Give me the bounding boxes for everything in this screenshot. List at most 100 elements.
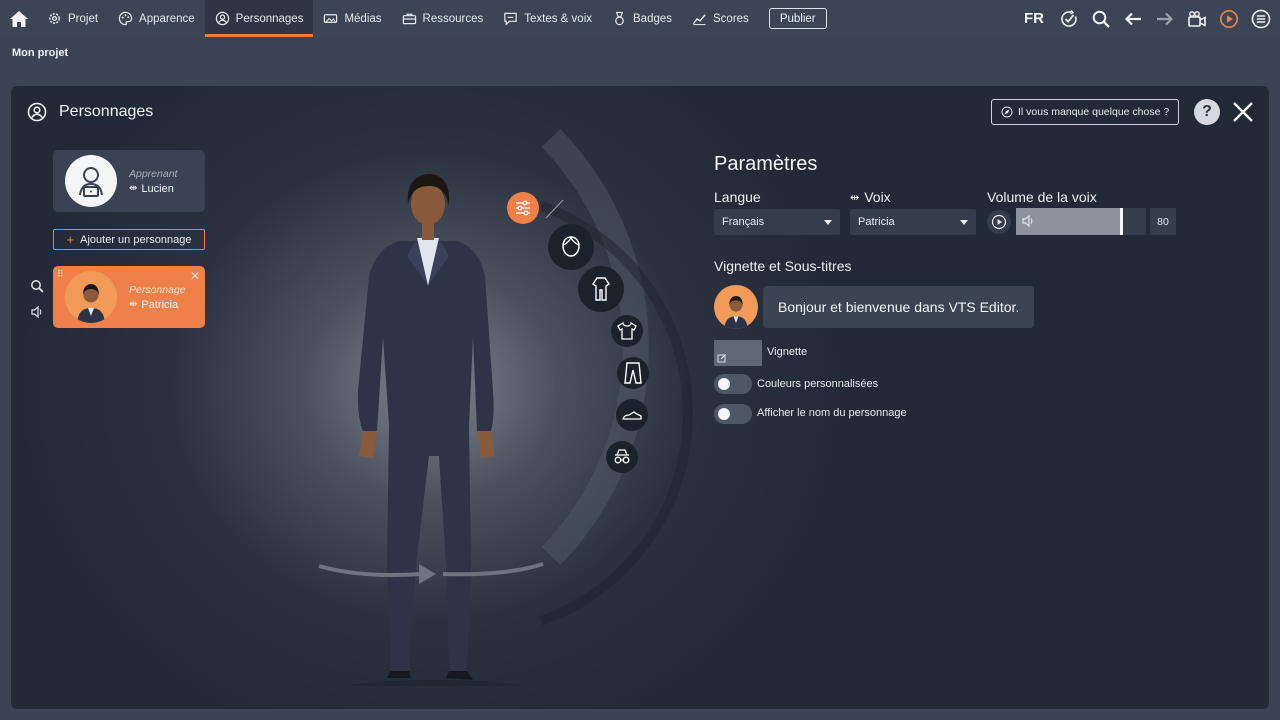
vignette-label: Vignette [767, 346, 808, 358]
character-role: Personnage [129, 283, 186, 296]
nav-personnages[interactable]: Personnages [204, 0, 314, 37]
add-character-button[interactable]: + Ajouter un personnage [53, 229, 205, 250]
plus-icon: + [66, 232, 75, 247]
play-circle-icon [1219, 9, 1239, 28]
menu-icon [1251, 9, 1271, 28]
character-preview[interactable] [291, 126, 711, 686]
nav-label: Badges [633, 12, 673, 25]
volume-slider[interactable] [1016, 208, 1146, 235]
learner-name-row: ⇹ Lucien [129, 183, 177, 195]
nav-apparence[interactable]: Apparence [108, 0, 205, 37]
settings-title: Paramètres [714, 153, 818, 175]
language-switch[interactable]: FR [1024, 10, 1044, 27]
drag-handle-icon[interactable]: ⠿ [57, 269, 64, 280]
learner-name: Lucien [141, 182, 174, 195]
edit-icon [717, 354, 726, 363]
feedback-button[interactable]: Il vous manque quelque chose ? [991, 99, 1180, 125]
nav-label: Projet [68, 12, 99, 25]
learner-info: Apprenant ⇹ Lucien [129, 168, 177, 195]
close-button[interactable] [1231, 100, 1255, 124]
gear-icon [49, 13, 60, 24]
accessories-button[interactable] [606, 441, 638, 473]
woman-avatar-icon [724, 296, 748, 329]
learner-role: Apprenant [129, 167, 178, 180]
show-name-label: Afficher le nom du personnage [757, 407, 907, 419]
publish-button[interactable]: Publier [768, 8, 827, 29]
chevron-down-icon [960, 219, 968, 225]
volume-value[interactable]: 80 [1150, 208, 1176, 235]
pants-icon [624, 362, 642, 384]
briefcase-icon [402, 13, 416, 25]
arrow-right-icon [1157, 12, 1174, 25]
learner-card[interactable]: Apprenant ⇹ Lucien [53, 150, 205, 212]
close-icon [1233, 102, 1253, 122]
character-avatar [65, 271, 117, 323]
nav-scores[interactable]: Scores [682, 0, 759, 37]
nav-label: Apparence [139, 12, 195, 25]
subtitle-preview-bubble: Bonjour et bienvenue dans VTS Editor. [763, 286, 1035, 328]
face-icon [562, 236, 580, 257]
nav-badges[interactable]: Badges [602, 0, 682, 37]
outfit-button[interactable] [578, 266, 624, 312]
chevron-down-icon [824, 219, 832, 225]
subtitles-title: Vignette et Sous-titres [714, 258, 852, 274]
pants-button[interactable] [617, 357, 649, 389]
toolbar-right: FR [1024, 0, 1272, 37]
character-name-row: ⇹ Patricia [129, 299, 186, 311]
menu-button[interactable] [1250, 8, 1272, 30]
user-circle-icon [215, 11, 229, 26]
preview-avatar [714, 285, 758, 329]
search-icon [1092, 10, 1110, 28]
feedback-label: Il vous manque quelque chose ? [1018, 106, 1170, 118]
settings-sliders-button[interactable] [507, 192, 539, 224]
remove-character-icon[interactable]: ✕ [190, 269, 200, 283]
panel-header: Personnages [27, 102, 153, 122]
search-button[interactable] [1090, 8, 1112, 30]
voice-icon: ⇹ [129, 299, 138, 310]
nav-textes-voix[interactable]: Textes & voix [493, 0, 602, 37]
learner-avatar [65, 155, 117, 207]
face-button[interactable] [548, 224, 594, 270]
back-button[interactable] [1122, 8, 1144, 30]
voice-label: ⇹ Voix [850, 189, 891, 205]
character-name: Patricia [141, 298, 179, 311]
custom-colors-toggle[interactable] [714, 374, 752, 394]
nav-ressources[interactable]: Ressources [392, 0, 494, 37]
play-circle-icon [991, 214, 1007, 230]
voice-label-text: Voix [864, 189, 891, 205]
vignette-picker[interactable] [714, 340, 762, 366]
language-label-text: Langue [714, 189, 761, 205]
forward-button[interactable] [1154, 8, 1176, 30]
zoom-icon[interactable] [30, 279, 44, 293]
speaker-icon[interactable] [30, 305, 44, 319]
nav-label: Ressources [422, 12, 484, 25]
language-select[interactable]: Français [714, 209, 840, 235]
validate-button[interactable] [1058, 8, 1080, 30]
arrow-left-icon [1124, 12, 1141, 25]
user-circle-icon [27, 102, 47, 122]
nav-projet[interactable]: Projet [37, 0, 108, 37]
learner-icon [79, 167, 103, 197]
show-name-toggle[interactable] [714, 404, 752, 424]
top-button[interactable] [611, 315, 643, 347]
play-preview-button[interactable] [1218, 8, 1240, 30]
camera-button[interactable] [1186, 8, 1208, 30]
woman-avatar-icon [77, 284, 105, 323]
nav-label: Scores [713, 12, 749, 25]
help-button[interactable]: ? [1194, 99, 1220, 125]
character-card-patricia[interactable]: ⠿ ✕ Personnage ⇹ Patricia [53, 266, 205, 328]
shoes-button[interactable] [616, 399, 648, 431]
home-button[interactable] [0, 0, 37, 37]
video-camera-icon [1188, 10, 1206, 27]
language-label: Langue [714, 189, 761, 205]
voice-play-button[interactable] [987, 210, 1011, 234]
media-icon [324, 14, 338, 23]
character-info: Personnage ⇹ Patricia [129, 284, 186, 311]
volume-thumb[interactable] [1120, 208, 1123, 235]
compass-icon [1001, 106, 1013, 118]
palette-icon [118, 11, 133, 26]
nav-medias[interactable]: Médias [313, 0, 391, 37]
voice-select[interactable]: Patricia [850, 209, 976, 235]
voice-value: Patricia [858, 216, 895, 228]
volume-label: Volume de la voix [987, 189, 1097, 205]
